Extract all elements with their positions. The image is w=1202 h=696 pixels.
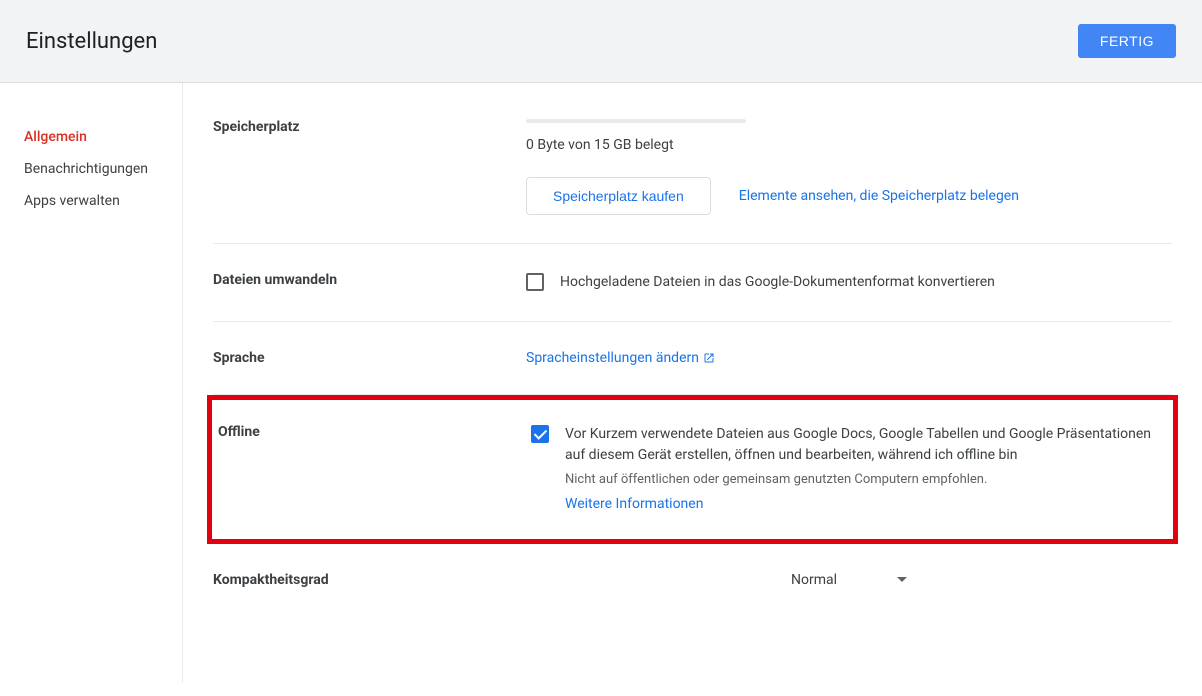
section-storage: Speicherplatz 0 Byte von 15 GB belegt Sp…: [213, 83, 1172, 244]
convert-checkbox[interactable]: [526, 273, 544, 291]
density-value: Normal: [791, 572, 837, 588]
section-language: Sprache Spracheinstellungen ändern: [213, 322, 1172, 395]
offline-warning-text: Nicht auf öffentlichen oder gemeinsam ge…: [565, 470, 1167, 490]
density-select[interactable]: Normal: [791, 572, 907, 588]
buy-storage-button[interactable]: Speicherplatz kaufen: [526, 177, 711, 215]
sidebar-item-manage-apps[interactable]: Apps verwalten: [24, 185, 182, 217]
offline-more-info-link[interactable]: Weitere Informationen: [565, 494, 1167, 515]
convert-label: Dateien umwandeln: [213, 272, 526, 293]
sidebar-item-general[interactable]: Allgemein: [24, 121, 182, 153]
density-label: Kompaktheitsgrad: [213, 572, 526, 588]
storage-usage-text: 0 Byte von 15 GB belegt: [526, 137, 1172, 153]
header: Einstellungen FERTIG: [0, 0, 1202, 83]
chevron-down-icon: [897, 577, 907, 582]
language-label: Sprache: [213, 350, 526, 366]
storage-label: Speicherplatz: [213, 119, 526, 215]
storage-progress-bar: [526, 119, 746, 123]
sidebar: Allgemein Benachrichtigungen Apps verwal…: [0, 83, 183, 683]
section-density: Kompaktheitsgrad Normal: [213, 544, 1172, 616]
done-button[interactable]: FERTIG: [1078, 24, 1176, 58]
offline-label: Offline: [218, 424, 531, 515]
offline-checkbox[interactable]: [531, 425, 549, 443]
page-title: Einstellungen: [26, 29, 157, 54]
offline-highlight: Offline Vor Kurzem verwendete Dateien au…: [207, 395, 1178, 544]
settings-main: Speicherplatz 0 Byte von 15 GB belegt Sp…: [183, 83, 1202, 683]
section-offline: Offline Vor Kurzem verwendete Dateien au…: [218, 400, 1167, 539]
convert-checkbox-label: Hochgeladene Dateien in das Google-Dokum…: [560, 272, 1172, 293]
external-link-icon: [703, 352, 715, 364]
sidebar-item-notifications[interactable]: Benachrichtigungen: [24, 153, 182, 185]
section-convert: Dateien umwandeln Hochgeladene Dateien i…: [213, 244, 1172, 322]
change-language-link[interactable]: Spracheinstellungen ändern: [526, 350, 715, 366]
view-storage-items-link[interactable]: Elemente ansehen, die Speicherplatz bele…: [739, 188, 1019, 204]
offline-checkbox-label: Vor Kurzem verwendete Dateien aus Google…: [565, 424, 1167, 466]
change-language-text: Spracheinstellungen ändern: [526, 350, 699, 366]
